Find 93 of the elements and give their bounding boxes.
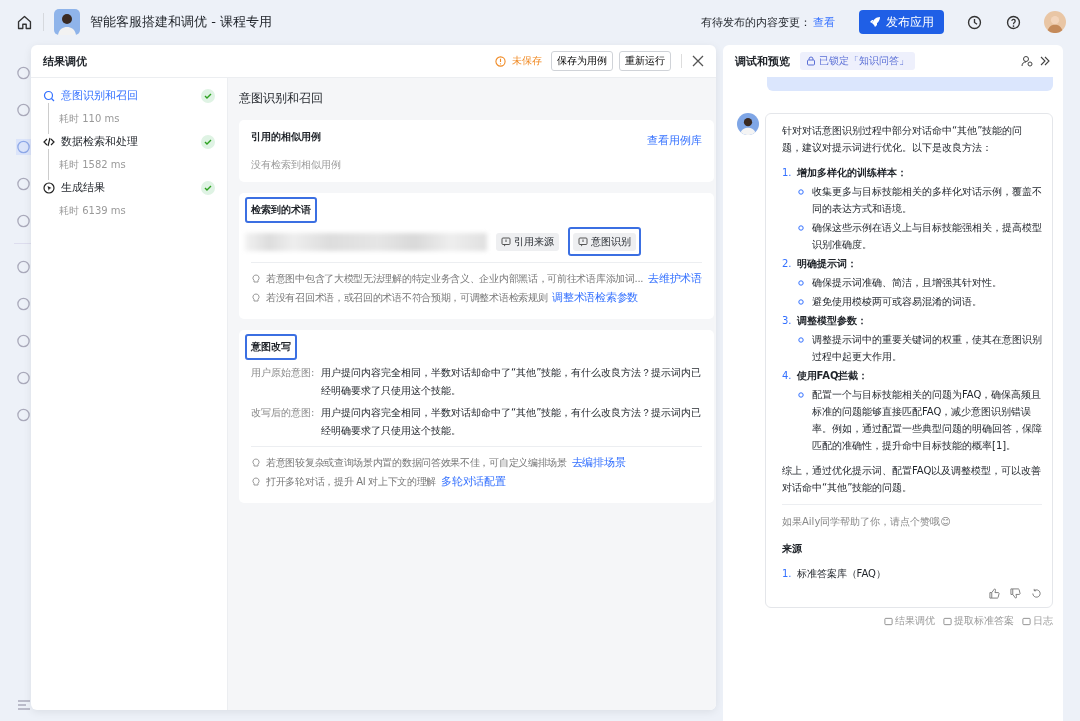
list-heading: 增加多样化的训练样本： <box>796 166 907 180</box>
intent-label: 改写后的意图: <box>251 406 316 420</box>
card-title: 检索到的术语 <box>245 197 317 223</box>
help-icon[interactable] <box>1005 13 1022 31</box>
tip-text: 若意图较复杂或查询场景内置的数据问答效果不佳，可自定义编排场景 <box>266 455 567 470</box>
step-item[interactable]: 数据检索和处理 <box>61 134 138 149</box>
section-title: 意图识别和召回 <box>239 90 324 107</box>
bullet-icon <box>798 392 804 398</box>
bulb-icon <box>251 476 261 487</box>
footer-action[interactable]: 日志 <box>1022 614 1053 628</box>
step-duration: 耗时 1582 ms <box>59 159 126 170</box>
panel-title: 调试和预览 <box>735 53 790 69</box>
user-settings-icon[interactable] <box>1021 55 1033 67</box>
list-number: 3. <box>782 314 792 328</box>
home-icon[interactable] <box>16 13 33 31</box>
bullet-icon <box>798 189 804 195</box>
intent-text: 用户提问内容完全相同，半数对话却命中了“其他”技能，有什么改良方法？提示词内已经明确要求了只使用这个技能。 <box>321 366 702 398</box>
bullet-text: 调整提示词中的重要关键词的权重，使其在意图识别过程中起更大作用。 <box>812 333 1042 364</box>
view-link[interactable]: 查看 <box>813 14 835 30</box>
rocket-icon <box>869 16 881 28</box>
tip-link[interactable]: 去编排场景 <box>571 455 626 470</box>
unsaved-status: 未保存 <box>512 54 542 68</box>
term-tag: 引用来源 <box>496 233 559 251</box>
message-icon <box>578 237 588 247</box>
thumbs-down-icon[interactable] <box>1010 588 1021 599</box>
bullet-text: 确保提示词准确、简洁，且增强其针对性。 <box>812 276 1002 290</box>
action-button[interactable]: 重新运行 <box>619 51 671 71</box>
bullet-icon <box>798 280 804 286</box>
code-icon <box>43 135 55 148</box>
bullet-icon <box>798 337 804 343</box>
message-icon <box>501 237 511 247</box>
answer-intro: 针对对话意图识别过程中部分对话命中“其他”技能的问题，建议对提示词进行优化。以下是改良方法： <box>782 124 1024 155</box>
app-title: 智能客服搭建和调优 - 课程专用 <box>90 13 272 31</box>
step-item[interactable]: 生成结果 <box>61 180 105 195</box>
action-icon <box>1022 616 1031 626</box>
footer-action[interactable]: 提取标准答案 <box>943 614 1014 628</box>
step-duration: 耗时 110 ms <box>59 113 120 124</box>
lock-icon <box>806 56 816 66</box>
bullet-text: 收集更多与目标技能相关的多样化对话示例，覆盖不同的表达方式和语境。 <box>812 185 1042 216</box>
collapse-icon[interactable] <box>16 697 31 713</box>
card-title: 意图改写 <box>245 334 297 360</box>
term-tag: 意图识别 <box>573 233 636 251</box>
list-number: 2. <box>782 257 792 271</box>
step-item[interactable]: 意图识别和召回 <box>61 88 138 103</box>
step-duration: 耗时 6139 ms <box>59 205 126 216</box>
bullet-text: 避免使用模棱两可或容易混淆的词语。 <box>812 295 982 309</box>
list-heading: 调整模型参数： <box>796 314 867 328</box>
answer-summary: 综上，通过优化提示词、配置FAQ以及调整模型，可以改善对话命中“其他”技能的问题。 <box>782 464 1042 495</box>
case-library-link[interactable]: 查看用例库 <box>646 132 702 148</box>
tip-text: 若没有召回术语，或召回的术语不符合预期，可调整术语检索规则 <box>266 290 548 305</box>
app-avatar-icon <box>54 9 80 35</box>
search-icon <box>43 89 55 102</box>
action-icon <box>884 616 893 626</box>
list-heading: 使用FAQ拦截： <box>796 369 869 383</box>
panel-title: 结果调优 <box>43 53 87 69</box>
close-icon[interactable] <box>692 55 704 67</box>
bullet-icon <box>798 225 804 231</box>
bullet-icon <box>798 299 804 305</box>
empty-message: 没有检索到相似用例 <box>251 158 342 172</box>
warning-icon <box>495 55 506 67</box>
refresh-icon[interactable] <box>1031 588 1042 599</box>
tip-link[interactable]: 去维护术语 <box>648 271 702 286</box>
sources-heading: 来源 <box>782 542 803 556</box>
intent-text: 用户提问内容完全相同，半数对话却命中了“其他”技能，有什么改良方法？提示词内已经明确要求了只使用这个技能。 <box>321 406 702 438</box>
expand-icon[interactable] <box>1039 55 1051 67</box>
tip-link[interactable]: 调整术语检索参数 <box>552 290 638 305</box>
bulb-icon <box>251 273 261 284</box>
tip-text: 若意图中包含了大模型无法理解的特定业务含义、企业内部黑话，可前往术语库添加词... <box>266 271 644 286</box>
action-icon <box>943 616 952 626</box>
bullet-text: 配置一个与目标技能相关的问题为FAQ，确保高频且标准的问题能够直接匹配FAQ，减少意图识别错误率。例如，通过配置一些典型问题的明确回答，保障匹配的准确性，提升命中目标技能的概率[1]。 <box>812 388 1042 453</box>
list-number: 1. <box>782 567 792 581</box>
user-avatar[interactable] <box>1044 11 1066 33</box>
action-button[interactable]: 保存为用例 <box>551 51 613 71</box>
lock-badge: 已锁定「知识问答」 <box>800 52 915 70</box>
footer-action[interactable]: 结果调优 <box>884 614 935 628</box>
source-item: 标准答案库（FAQ） <box>796 567 886 581</box>
pending-changes-label: 有待发布的内容变更： <box>701 14 811 30</box>
bulb-icon <box>251 292 261 303</box>
list-number: 4. <box>782 369 792 383</box>
thumbs-up-icon[interactable] <box>989 588 1000 599</box>
history-icon[interactable] <box>966 13 983 31</box>
list-number: 1. <box>782 166 792 180</box>
tip-link[interactable]: 多轮对话配置 <box>441 474 506 489</box>
bot-avatar <box>737 113 759 135</box>
bulb-icon <box>251 457 261 468</box>
intent-label: 用户原始意图: <box>251 366 316 380</box>
bullet-text: 确保这些示例在语义上与目标技能强相关，提高模型识别准确度。 <box>812 221 1042 252</box>
card-title: 引用的相似用例 <box>250 130 322 144</box>
publish-button[interactable]: 发布应用 <box>859 10 944 34</box>
cursor-icon <box>43 181 55 194</box>
list-heading: 明确提示词： <box>796 257 857 271</box>
feedback-prompt: 如果Aily同学帮助了你，请点个赞哦😊 <box>782 515 952 529</box>
tip-text: 打开多轮对话，提升 AI 对上下文的理解 <box>266 474 437 489</box>
